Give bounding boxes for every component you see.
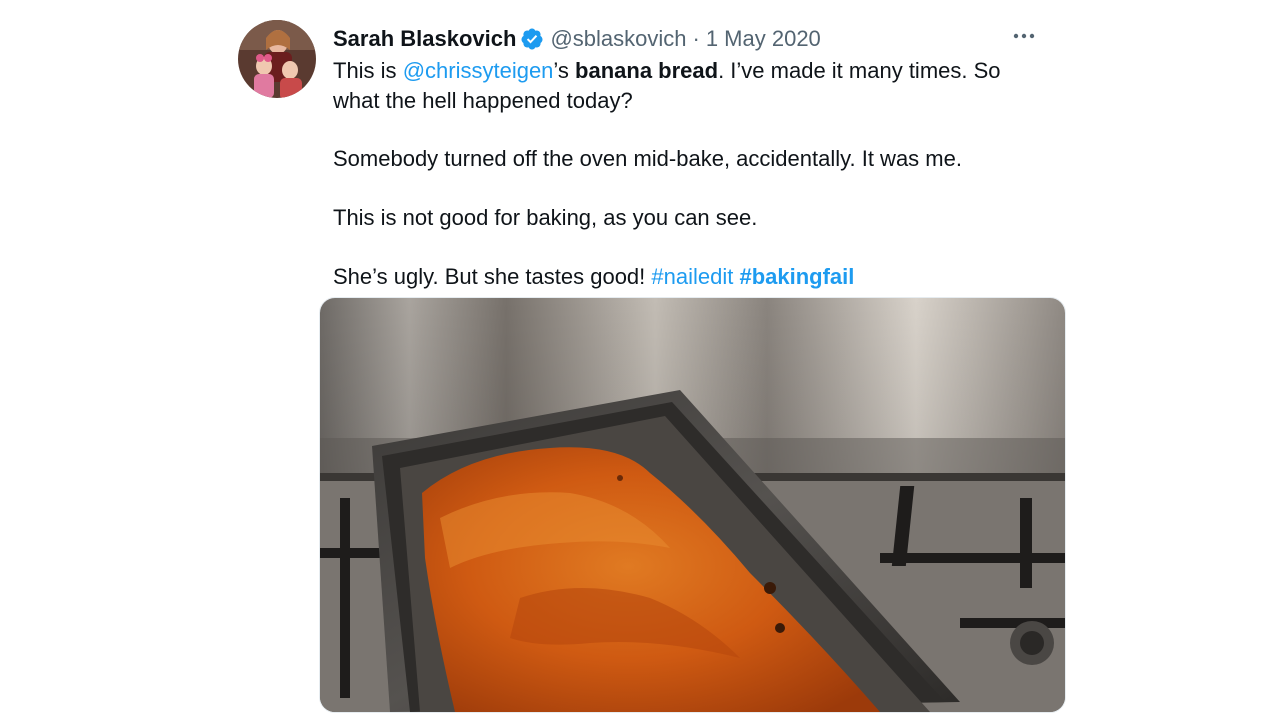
mention-link[interactable]: @chrissyteigen (403, 58, 554, 83)
text-segment: This is (333, 58, 403, 83)
avatar-image (238, 20, 316, 98)
tweet-paragraph-1: This is @chrissyteigen’s banana bread. I… (333, 56, 1053, 116)
text-segment: . I’ve made it many times. So (718, 58, 1001, 83)
tweet-text: This is @chrissyteigen’s banana bread. I… (333, 56, 1053, 289)
more-horizontal-icon[interactable] (1008, 22, 1040, 50)
tweet-photo[interactable] (319, 297, 1066, 713)
tweet-date[interactable]: 1 May 2020 (706, 26, 821, 52)
author-handle[interactable]: @sblaskovich (550, 26, 686, 52)
text-segment: She’s ugly. But she tastes good! (333, 264, 652, 289)
tweet-header: Sarah Blaskovich @sblaskovich · 1 May 20… (333, 24, 821, 54)
tweet: Sarah Blaskovich @sblaskovich · 1 May 20… (0, 0, 1280, 720)
author-avatar[interactable] (238, 20, 316, 98)
header-separator: · (692, 26, 700, 51)
verified-badge-icon (520, 27, 544, 51)
tweet-paragraph-4: She’s ugly. But she tastes good! #nailed… (333, 262, 854, 292)
tweet-paragraph-2: Somebody turned off the oven mid-bake, a… (333, 146, 962, 171)
hashtag-bakingfail[interactable]: #bakingfail (739, 264, 854, 289)
bold-text: banana bread (575, 58, 719, 83)
banana-bread-photo (320, 298, 1065, 712)
text-segment: what the hell happened today? (333, 88, 633, 113)
tweet-paragraph-3: This is not good for baking, as you can … (333, 205, 758, 230)
text-segment: ’s (553, 58, 576, 83)
hashtag-nailedit[interactable]: #nailedit (651, 264, 733, 289)
author-name[interactable]: Sarah Blaskovich (333, 26, 516, 52)
